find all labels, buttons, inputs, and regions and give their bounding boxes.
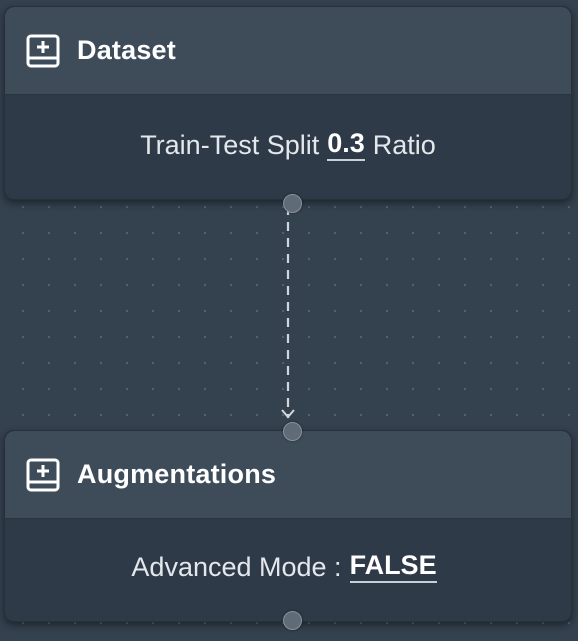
augmentations-input-port[interactable]: [283, 422, 302, 441]
augmentations-node[interactable]: Augmentations Advanced Mode : FALSE: [4, 422, 572, 630]
train-test-split-suffix: Ratio: [372, 129, 436, 160]
augmentations-node-header[interactable]: Augmentations: [5, 431, 571, 519]
train-test-split-label: Train-Test Split: [140, 129, 320, 160]
dataset-output-port[interactable]: [283, 194, 302, 213]
advanced-mode-value[interactable]: FALSE: [349, 551, 437, 583]
augmentations-node-body: Advanced Mode : FALSE: [5, 519, 571, 615]
augmentations-output-port[interactable]: [283, 611, 302, 630]
dataset-node[interactable]: Dataset Train-Test Split 0.3 Ratio: [4, 6, 572, 213]
train-test-split-value[interactable]: 0.3: [327, 129, 365, 161]
dataset-node-title: Dataset: [77, 35, 176, 65]
add-box-icon: [26, 458, 60, 492]
augmentations-node-title: Augmentations: [77, 459, 277, 489]
advanced-mode-label: Advanced Mode :: [131, 551, 342, 582]
add-box-icon: [26, 34, 60, 68]
dataset-node-body: Train-Test Split 0.3 Ratio: [5, 95, 571, 195]
dataset-node-header[interactable]: Dataset: [5, 7, 571, 95]
